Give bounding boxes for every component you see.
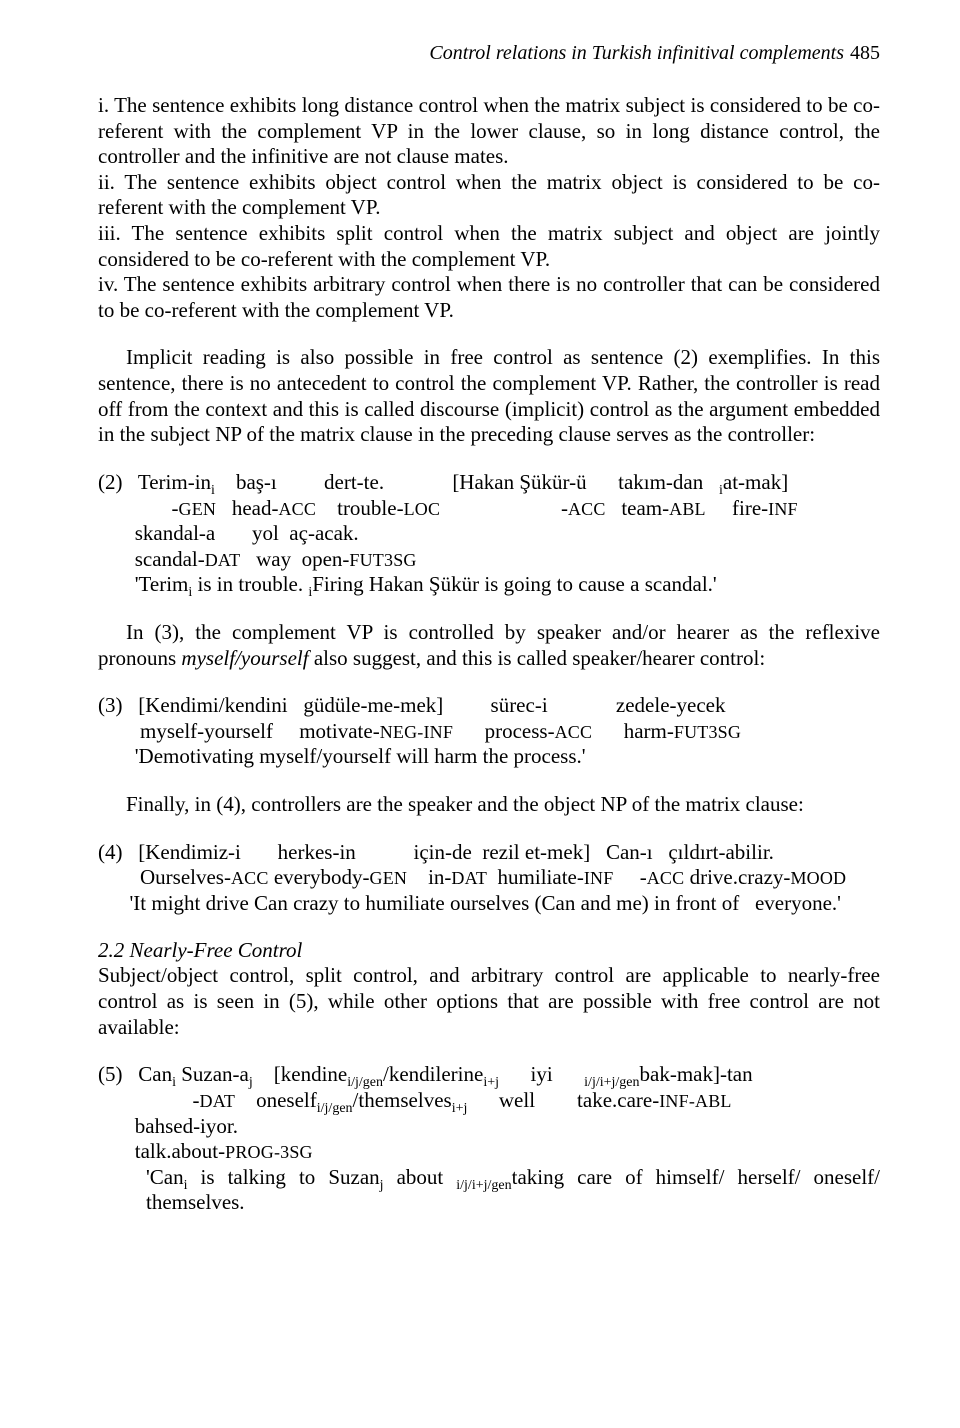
list-item: i. The sentence exhibits long distance c… [98, 93, 880, 170]
example-line: scandal-DAT way open-FUT3SG [98, 547, 880, 573]
example-line: (3) [Kendimi/kendini güdüle-me-mek] süre… [98, 693, 880, 719]
section-heading: 2.2 Nearly-Free Control [98, 938, 880, 963]
example-2: (2) Terim-ini baş-ı dert-te. [Hakan Şükü… [98, 470, 880, 598]
example-line: bahsed-iyor. [98, 1114, 880, 1140]
example-line: myself-yourself motivate-NEG-INF process… [98, 719, 880, 745]
running-header: Control relations in Turkish infinitival… [98, 42, 880, 65]
example-line: skandal-a yol aç-acak. [98, 521, 880, 547]
paragraph: Finally, in (4), controllers are the spe… [98, 792, 880, 818]
example-line: Ourselves-ACC everybody-GEN in-DAT humil… [98, 865, 880, 891]
page-container: { "header": { "running_title": "Control … [0, 0, 960, 1298]
example-line: -DAT oneselfi/j/gen/themselvesi+j well t… [98, 1088, 880, 1114]
example-line: (4) [Kendimiz-i herkes-in için-de rezil … [98, 840, 880, 866]
example-3: (3) [Kendimi/kendini güdüle-me-mek] süre… [98, 693, 880, 770]
list-item: ii. The sentence exhibits object control… [98, 170, 880, 221]
running-title: Control relations in Turkish infinitival… [429, 42, 844, 64]
paragraph: In (3), the complement VP is controlled … [98, 620, 880, 671]
paragraph: Implicit reading is also possible in fre… [98, 345, 880, 447]
list-item: iv. The sentence exhibits arbitrary cont… [98, 272, 880, 323]
example-line: (5) Cani Suzan-aj [kendinei/j/gen/kendil… [98, 1062, 880, 1088]
example-translation: 'It might drive Can crazy to humiliate o… [98, 891, 880, 917]
example-line: -GEN head-ACC trouble-LOC -ACC team-ABL … [98, 496, 880, 522]
list-item: iii. The sentence exhibits split control… [98, 221, 880, 272]
example-5: (5) Cani Suzan-aj [kendinei/j/gen/kendil… [98, 1062, 880, 1216]
example-translation: 'Cani is talking to Suzanj about i/j/i+j… [98, 1165, 880, 1216]
example-line: (2) Terim-ini baş-ı dert-te. [Hakan Şükü… [98, 470, 880, 496]
page-number: 485 [850, 42, 880, 64]
roman-numeral-list: i. The sentence exhibits long distance c… [98, 93, 880, 323]
paragraph: Subject/object control, split control, a… [98, 963, 880, 1040]
example-translation: 'Terimi is in trouble. iFiring Hakan Şük… [98, 572, 880, 598]
example-line: talk.about-PROG-3SG [98, 1139, 880, 1165]
example-4: (4) [Kendimiz-i herkes-in için-de rezil … [98, 840, 880, 917]
example-translation: 'Demotivating myself/yourself will harm … [98, 744, 880, 770]
